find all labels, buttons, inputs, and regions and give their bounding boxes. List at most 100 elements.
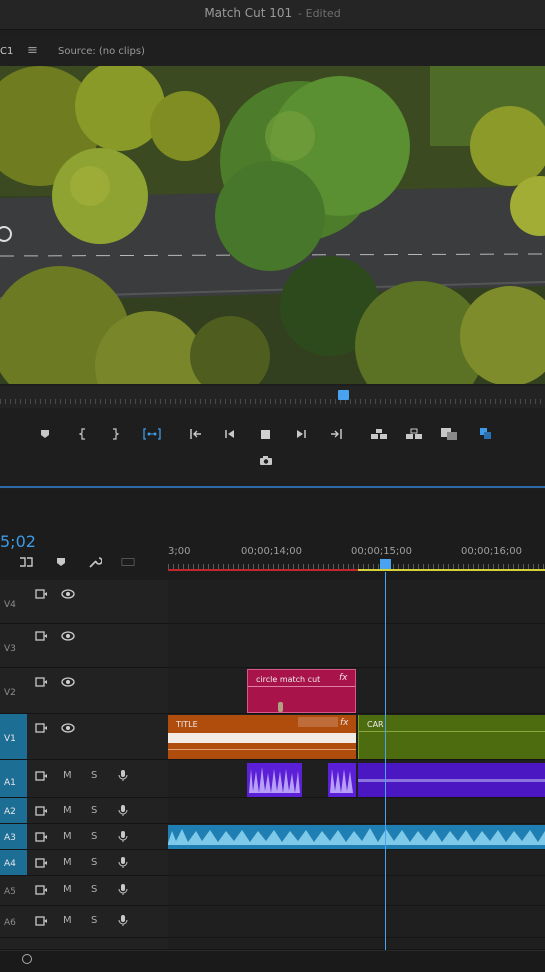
- mute-button[interactable]: M: [63, 884, 72, 895]
- solo-button[interactable]: S: [91, 770, 97, 781]
- film-icon[interactable]: [34, 630, 48, 642]
- track-area-a5[interactable]: [168, 876, 545, 906]
- zoom-handle[interactable]: [22, 954, 32, 964]
- mute-button[interactable]: M: [63, 770, 72, 781]
- audio-clip-music[interactable]: [168, 825, 545, 849]
- track-header-a3[interactable]: A3 M S: [0, 824, 168, 850]
- lift-icon[interactable]: [368, 424, 390, 444]
- mark-clip-icon[interactable]: [141, 424, 163, 444]
- track-area-v3[interactable]: [168, 624, 545, 668]
- step-back-icon[interactable]: [219, 424, 241, 444]
- timeline-ruler[interactable]: 3;00 00;00;14;00 00;00;15;00 00;00;16;00: [168, 540, 545, 574]
- monitor-playhead[interactable]: [338, 390, 349, 400]
- window-title-bar: Match Cut 101 - Edited: [0, 0, 545, 30]
- keyframe-marker[interactable]: [278, 702, 283, 712]
- track-header-v3[interactable]: V3: [0, 624, 168, 668]
- track-area-a3[interactable]: [168, 824, 545, 850]
- timeline-playhead-handle[interactable]: [380, 559, 391, 569]
- waveform: [358, 779, 545, 782]
- sync-lock-icon[interactable]: [34, 857, 48, 869]
- scrubber-ticks: [0, 399, 545, 404]
- solo-button[interactable]: S: [91, 915, 97, 926]
- film-icon[interactable]: [34, 722, 48, 734]
- clip-circle-match-cut[interactable]: circle match cut fx: [247, 669, 356, 713]
- track-header-a6[interactable]: A6 M S: [0, 906, 168, 938]
- mute-button[interactable]: M: [63, 857, 72, 868]
- mute-button[interactable]: M: [63, 831, 72, 842]
- timeline-timecode[interactable]: 5;02: [0, 532, 36, 551]
- track-header-master[interactable]: [0, 938, 168, 950]
- track-header-a2[interactable]: A2 M S: [0, 798, 168, 824]
- stop-icon[interactable]: [254, 424, 276, 444]
- track-name: A2: [4, 807, 16, 817]
- track-area-master: [168, 938, 545, 950]
- track-header-v1[interactable]: V1: [0, 714, 168, 760]
- camera-icon[interactable]: [255, 450, 277, 470]
- monitor-scrubber[interactable]: [0, 386, 545, 408]
- track-header-a4[interactable]: A4 M S: [0, 850, 168, 876]
- microphone-icon[interactable]: [116, 914, 130, 926]
- fx-badge[interactable]: fx: [340, 718, 349, 728]
- microphone-icon[interactable]: [116, 804, 130, 816]
- film-icon[interactable]: [34, 588, 48, 600]
- track-area-v1[interactable]: TITLE fx CAR: [168, 714, 545, 760]
- sync-lock-icon[interactable]: [34, 831, 48, 843]
- insert-icon[interactable]: [475, 424, 497, 444]
- go-to-in-icon[interactable]: [185, 424, 207, 444]
- microphone-icon[interactable]: [116, 769, 130, 781]
- microphone-icon[interactable]: [116, 830, 130, 842]
- track-area-a4[interactable]: [168, 850, 545, 876]
- timeline-marker-icon[interactable]: [54, 556, 68, 568]
- mute-button[interactable]: M: [63, 805, 72, 816]
- track-area-a1[interactable]: [168, 760, 545, 798]
- track-header-a5[interactable]: A5 M S: [0, 876, 168, 906]
- track-area-v2[interactable]: circle match cut fx: [168, 668, 545, 714]
- track-name: A4: [4, 859, 16, 869]
- eye-icon[interactable]: [61, 588, 75, 600]
- sync-lock-icon[interactable]: [34, 915, 48, 927]
- go-to-out-icon[interactable]: [325, 424, 347, 444]
- mark-in-icon[interactable]: [72, 424, 94, 444]
- audio-clip-car[interactable]: [358, 763, 545, 797]
- track-header-v2[interactable]: V2: [0, 668, 168, 714]
- sequence-tab[interactable]: C1: [0, 46, 13, 57]
- step-forward-icon[interactable]: [290, 424, 312, 444]
- audio-clip[interactable]: [328, 763, 356, 797]
- sync-lock-icon[interactable]: [34, 770, 48, 782]
- snap-icon[interactable]: [19, 556, 33, 568]
- solo-button[interactable]: S: [91, 884, 97, 895]
- film-icon[interactable]: [34, 676, 48, 688]
- eye-icon[interactable]: [61, 630, 75, 642]
- ruler-label: 00;00;15;00: [351, 546, 413, 557]
- clip-car[interactable]: CAR: [358, 715, 545, 759]
- audio-clip[interactable]: [247, 763, 302, 797]
- solo-button[interactable]: S: [91, 857, 97, 868]
- track-area-a6[interactable]: [168, 906, 545, 938]
- sync-lock-icon[interactable]: [34, 805, 48, 817]
- solo-button[interactable]: S: [91, 805, 97, 816]
- captions-icon[interactable]: [121, 556, 135, 568]
- eye-icon[interactable]: [61, 722, 75, 734]
- wrench-icon[interactable]: [88, 556, 102, 568]
- fx-badge[interactable]: fx: [339, 673, 348, 683]
- panel-menu-icon[interactable]: ≡: [27, 43, 38, 58]
- track-header-v4[interactable]: V4: [0, 580, 168, 624]
- sync-lock-icon[interactable]: [34, 884, 48, 896]
- source-label: Source: (no clips): [58, 46, 145, 57]
- microphone-icon[interactable]: [116, 883, 130, 895]
- mark-out-icon[interactable]: [104, 424, 126, 444]
- clip-title[interactable]: TITLE fx: [168, 715, 356, 759]
- track-area-a2[interactable]: [168, 798, 545, 824]
- add-marker-icon[interactable]: [34, 424, 56, 444]
- program-monitor-viewer[interactable]: [0, 66, 545, 384]
- mute-button[interactable]: M: [63, 915, 72, 926]
- track-area-v4[interactable]: [168, 580, 545, 624]
- microphone-icon[interactable]: [116, 856, 130, 868]
- eye-icon[interactable]: [61, 676, 75, 688]
- export-frame-icon[interactable]: [438, 424, 460, 444]
- solo-button[interactable]: S: [91, 831, 97, 842]
- waveform: [168, 828, 545, 845]
- track-header-a1[interactable]: A1 M S: [0, 760, 168, 798]
- extract-icon[interactable]: [403, 424, 425, 444]
- timeline-playhead-line[interactable]: [385, 572, 386, 950]
